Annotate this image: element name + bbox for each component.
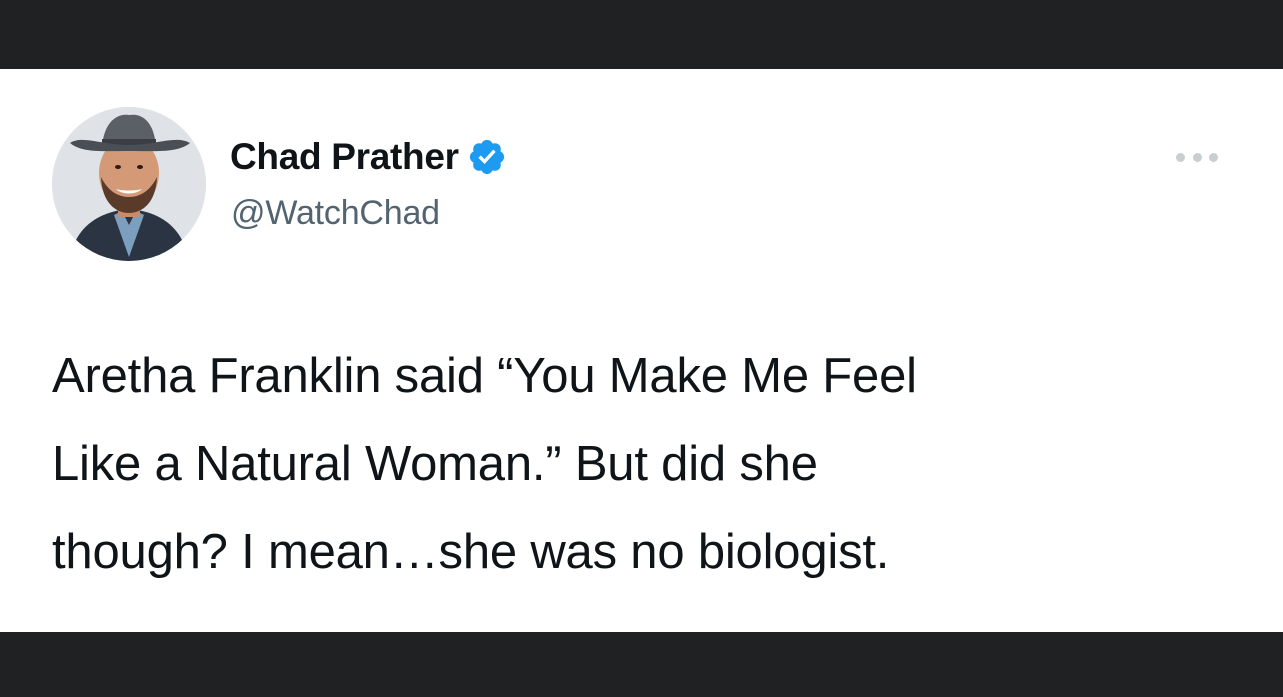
tweet-text: Aretha Franklin said “You Make Me Feel L… xyxy=(52,349,917,579)
avatar[interactable] xyxy=(52,107,206,261)
more-options-icon[interactable] xyxy=(1176,147,1218,167)
bottom-letterbox-bar xyxy=(0,632,1283,697)
tweet-card: Chad Prather @WatchChad Aretha Franklin … xyxy=(0,69,1283,632)
author-handle[interactable]: @WatchChad xyxy=(231,191,440,235)
more-dot xyxy=(1209,152,1218,162)
avatar-image xyxy=(52,107,206,261)
author-display-name[interactable]: Chad Prather xyxy=(230,135,459,179)
author-name-row: Chad Prather xyxy=(230,135,507,179)
more-dot xyxy=(1176,152,1185,162)
verified-badge-icon xyxy=(467,137,507,177)
more-dot xyxy=(1192,152,1202,162)
top-letterbox-bar xyxy=(0,0,1283,69)
